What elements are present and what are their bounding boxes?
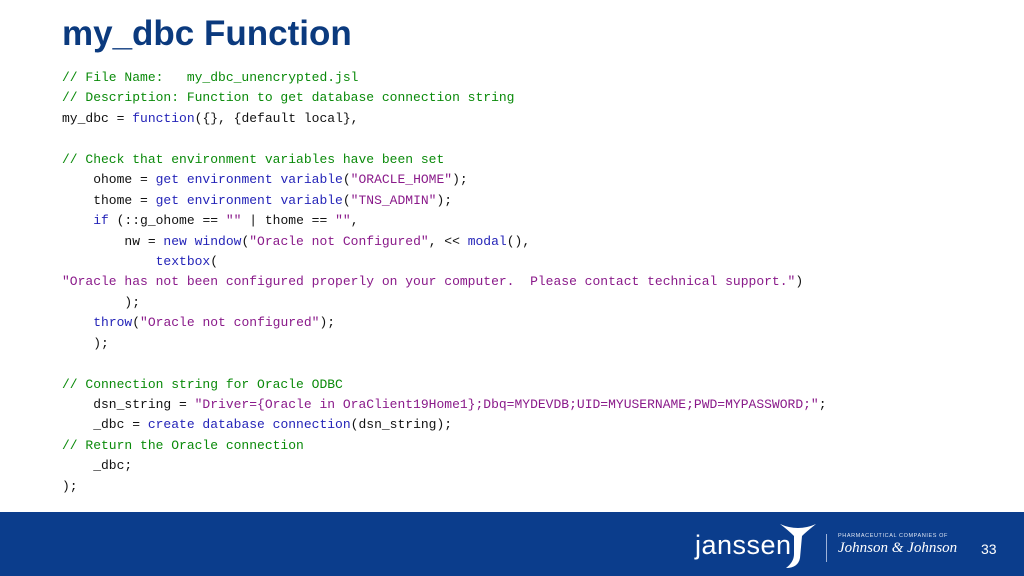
code-line: if (::g_ohome == "" | thome == "", <box>62 211 827 231</box>
code-token-plain: ); <box>62 478 78 494</box>
code-token-plain: (::g_ohome == <box>108 213 226 229</box>
code-token-plain: (dsn_string); <box>350 417 453 433</box>
code-line: // Return the Oracle connection <box>62 436 827 456</box>
code-line: textbox( <box>62 252 827 272</box>
code-token-str: "" <box>225 213 242 229</box>
logo-divider <box>826 534 827 562</box>
code-line: dsn_string = "Driver={Oracle in OraClien… <box>62 395 827 415</box>
code-token-plain: | thome == <box>241 213 336 229</box>
code-token-kw: new window <box>163 233 242 249</box>
code-token-str: "ORACLE_HOME" <box>350 172 453 188</box>
code-line: throw("Oracle not configured"); <box>62 313 827 333</box>
code-line: _dbc; <box>62 456 827 476</box>
code-token-plain: thome = <box>62 192 156 208</box>
code-line: thome = get environment variable("TNS_AD… <box>62 191 827 211</box>
code-token-comment: // Connection string for Oracle ODBC <box>62 376 343 392</box>
code-line: // Description: Function to get database… <box>62 88 827 108</box>
code-token-plain: ( <box>132 315 141 331</box>
code-line: // Connection string for Oracle ODBC <box>62 375 827 395</box>
code-token-plain: dsn_string = <box>62 397 195 412</box>
code-token-plain: ; <box>818 397 827 412</box>
jnj-logo: Johnson & Johnson <box>838 540 958 556</box>
code-token-plain: , << <box>428 233 468 249</box>
code-token-str: "Driver={Oracle in OraClient19Home1};Dbq… <box>194 397 819 412</box>
code-token-plain: nw = <box>62 233 164 249</box>
code-token-plain: _dbc = <box>62 417 148 433</box>
code-token-plain: ); <box>436 192 453 208</box>
code-token-plain: _dbc; <box>62 458 133 474</box>
code-token-str: "" <box>335 213 351 229</box>
code-token-str: "Oracle has not been configured properly… <box>62 274 796 290</box>
code-token-comment: // Description: Function to get database… <box>62 90 515 106</box>
code-token-kw: get environment variable <box>155 172 343 188</box>
code-token-str: "Oracle not Configured" <box>249 233 429 249</box>
code-line: _dbc = create database connection(dsn_st… <box>62 415 827 435</box>
code-token-kw: if <box>93 213 109 229</box>
tagline: PHARMACEUTICAL COMPANIES OF <box>838 533 949 539</box>
code-token-str: "TNS_ADMIN" <box>350 192 437 208</box>
code-token-plain: ); <box>319 315 336 331</box>
code-token-kw: textbox <box>155 253 211 269</box>
code-line: // File Name: my_dbc_unencrypted.jsl <box>62 68 827 88</box>
code-token-kw: modal <box>467 233 507 249</box>
code-token-plain: ohome = <box>62 172 156 188</box>
code-token-plain: ) <box>795 274 804 290</box>
code-token-plain: ({}, {default local}, <box>194 110 359 126</box>
code-line: "Oracle has not been configured properly… <box>62 272 827 292</box>
code-line: ohome = get environment variable("ORACLE… <box>62 170 827 190</box>
code-token-comment: // Return the Oracle connection <box>62 437 304 453</box>
code-token-comment: // File Name: my_dbc_unencrypted.jsl <box>62 70 359 85</box>
code-token-plain: ); <box>452 172 468 188</box>
page-number: 33 <box>981 541 997 557</box>
code-line: nw = new window("Oracle not Configured",… <box>62 232 827 252</box>
code-token-kw: get environment variable <box>155 192 343 208</box>
code-line: my_dbc = function({}, {default local}, <box>62 109 827 129</box>
code-line: ); <box>62 293 827 313</box>
code-token-kw: throw <box>93 315 133 331</box>
code-token-kw: function <box>132 110 195 126</box>
code-token-kw: create database connection <box>147 417 351 433</box>
code-token-plain: ); <box>62 294 141 310</box>
code-block: // File Name: my_dbc_unencrypted.jsl // D… <box>62 68 827 497</box>
code-token-plain: (), <box>506 233 531 249</box>
janssen-swoosh-icon <box>780 524 816 568</box>
code-token-plain: ( <box>210 253 219 269</box>
code-token-str: "Oracle not configured" <box>140 315 320 331</box>
code-token-plain: my_dbc = <box>62 110 133 126</box>
code-line: ); <box>62 334 827 354</box>
code-line: // Check that environment variables have… <box>62 150 827 170</box>
code-token-plain: ); <box>62 335 109 351</box>
code-line: ); <box>62 477 827 497</box>
code-token-plain: , <box>350 213 359 229</box>
code-token-plain: ( <box>342 172 351 188</box>
slide-title: my_dbc Function <box>62 14 352 53</box>
code-token-plain: ( <box>342 192 351 208</box>
code-token-comment: // Check that environment variables have… <box>62 151 445 167</box>
